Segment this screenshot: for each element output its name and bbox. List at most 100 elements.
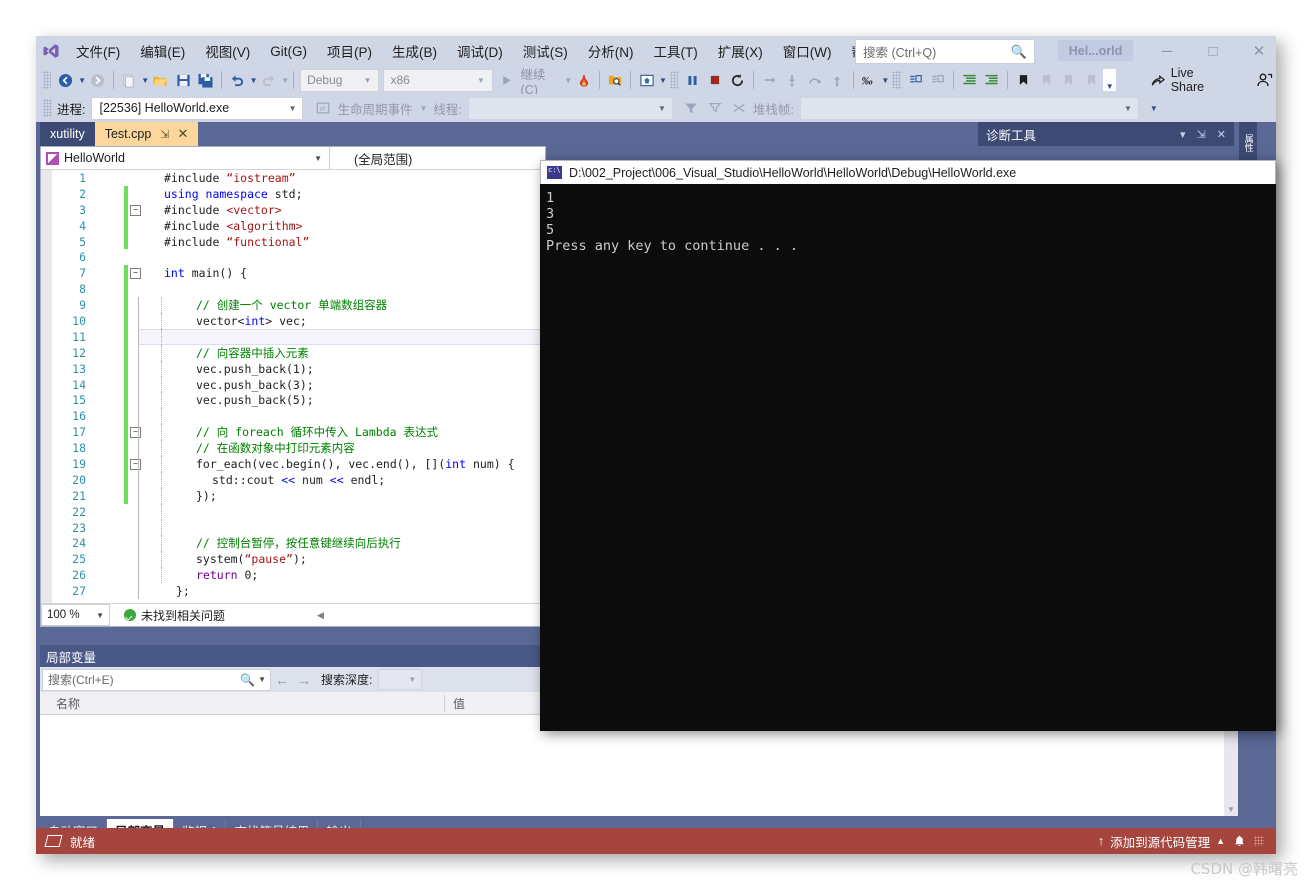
- code-line[interactable]: 25 system(“pause”);: [41, 551, 545, 568]
- debugbar-overflow-icon[interactable]: ▼: [1150, 104, 1158, 113]
- show-diagnostic-home-icon[interactable]: [636, 69, 657, 91]
- code-line[interactable]: 24 // 控制台暂停，按任意键继续向后执行: [41, 535, 545, 552]
- toolbar-overflow-button[interactable]: ▼: [1102, 69, 1116, 91]
- resize-grip[interactable]: [1254, 836, 1264, 846]
- stack-frame-select[interactable]: ▼: [799, 96, 1139, 120]
- open-file-icon[interactable]: [150, 69, 171, 91]
- properties-vertical-tab[interactable]: 属性: [1239, 122, 1257, 164]
- menu-item-file[interactable]: 文件(F): [67, 38, 129, 64]
- maximize-button[interactable]: □: [1190, 36, 1236, 66]
- member-scope-select[interactable]: (全局范围): [330, 149, 545, 168]
- code-line[interactable]: 3 − #include <vector>: [41, 201, 545, 218]
- filter-clear-icon[interactable]: [704, 97, 726, 119]
- code-line[interactable]: 13 vec.push_back(1);: [41, 360, 545, 377]
- code-line[interactable]: 26 return 0;: [41, 567, 545, 584]
- code-line[interactable]: 22: [41, 503, 545, 520]
- filter-icon[interactable]: [680, 97, 702, 119]
- account-icon[interactable]: [1255, 69, 1276, 91]
- diagnostic-dropdown-icon[interactable]: ▼: [659, 76, 667, 85]
- stop-icon[interactable]: [705, 69, 726, 91]
- tab-test-cpp[interactable]: Test.cpp ⇲ ✕: [94, 122, 199, 146]
- menu-item-tools[interactable]: 工具(T): [645, 38, 707, 64]
- toolbar-grip[interactable]: [43, 71, 52, 89]
- add-to-source-control-button[interactable]: ↑ 添加到源代码管理 ▲: [1098, 832, 1225, 851]
- pin-icon[interactable]: ⇲: [1197, 128, 1206, 141]
- hot-reload-icon[interactable]: [573, 69, 594, 91]
- toolbar-grip[interactable]: [669, 71, 679, 89]
- process-select[interactable]: [22536] HelloWorld.exe ▼: [91, 96, 304, 120]
- code-line[interactable]: 2 using namespace std;: [41, 185, 545, 202]
- previous-bookmark-icon[interactable]: [1036, 69, 1057, 91]
- navigate-forward-icon[interactable]: [87, 69, 108, 91]
- collapse-toggle-icon[interactable]: −: [130, 204, 141, 216]
- redo-dropdown-icon[interactable]: ▼: [281, 76, 289, 85]
- step-out-icon[interactable]: [827, 69, 848, 91]
- comment-selection-icon[interactable]: [905, 69, 926, 91]
- toggle-bookmark-icon[interactable]: [1013, 69, 1034, 91]
- step-out-over-icon[interactable]: [804, 69, 825, 91]
- close-icon[interactable]: ✕: [178, 126, 189, 142]
- code-line[interactable]: 8: [41, 281, 545, 298]
- minimize-button[interactable]: ─: [1144, 36, 1190, 66]
- menu-item-debug[interactable]: 调试(D): [448, 38, 512, 64]
- close-icon[interactable]: ✕: [1217, 128, 1226, 141]
- toolbar-grip[interactable]: [43, 99, 52, 117]
- code-line[interactable]: 21});: [41, 487, 545, 504]
- collapse-toggle-icon[interactable]: −: [130, 268, 141, 280]
- code-line[interactable]: 10 vector<int> vec;: [41, 313, 545, 329]
- menu-item-extensions[interactable]: 扩展(X): [709, 38, 772, 64]
- zoom-level-select[interactable]: 100 % ▼: [41, 604, 110, 626]
- code-line[interactable]: 5 #include “functional”: [41, 233, 545, 250]
- undo-dropdown-icon[interactable]: ▼: [250, 76, 258, 85]
- column-header-name[interactable]: 名称: [40, 694, 445, 712]
- search-next-icon[interactable]: →: [297, 672, 311, 688]
- code-line[interactable]: 16: [41, 408, 545, 425]
- continue-play-icon[interactable]: [496, 69, 517, 91]
- code-text-area[interactable]: 1 #include “iostream” 2 using namespace std…: [41, 170, 545, 605]
- menu-item-build[interactable]: 生成(B): [383, 38, 446, 64]
- next-bookmark-icon[interactable]: [1058, 69, 1079, 91]
- code-line[interactable]: 23: [41, 519, 545, 536]
- menu-item-view[interactable]: 视图(V): [196, 38, 259, 64]
- code-line[interactable]: 4 #include <algorithm>: [41, 217, 545, 234]
- search-folder-icon[interactable]: [605, 69, 626, 91]
- diagnostic-tools-tab[interactable]: 诊断工具 ▾ ⇲ ✕: [978, 122, 1234, 146]
- step-into-icon[interactable]: [782, 69, 803, 91]
- menu-item-window[interactable]: 窗口(W): [774, 38, 841, 64]
- toolbar-grip[interactable]: [892, 71, 901, 89]
- code-line[interactable]: 18 // 在函数对象中打印元素内容: [41, 440, 545, 457]
- step-over-icon[interactable]: [759, 69, 780, 91]
- new-project-dropdown-icon[interactable]: ▼: [141, 76, 149, 85]
- code-line[interactable]: 12 // 向容器中插入元素: [41, 344, 545, 361]
- console-title-bar[interactable]: D:\002_Project\006_Visual_Studio\HelloWo…: [540, 160, 1276, 184]
- previous-issue-icon[interactable]: ◀: [317, 610, 324, 621]
- code-line[interactable]: 27};: [41, 583, 545, 600]
- lifecycle-events-label[interactable]: 生命周期事件: [337, 99, 412, 118]
- console-window[interactable]: D:\002_Project\006_Visual_Studio\HelloWo…: [540, 160, 1276, 731]
- chevron-down-icon[interactable]: ▼: [258, 675, 270, 684]
- code-line[interactable]: 15 vec.push_back(5);: [41, 392, 545, 409]
- code-line[interactable]: 17−// 向 foreach 循环中传入 Lambda 表达式: [41, 424, 545, 441]
- code-line[interactable]: 19− for_each(vec.begin(), vec.end(), [](i…: [41, 456, 545, 472]
- navigate-back-dropdown-icon[interactable]: ▼: [78, 76, 86, 85]
- show-threads-icon[interactable]: ‰: [859, 69, 880, 91]
- thread-select[interactable]: ▼: [467, 96, 673, 120]
- solution-platform-select[interactable]: x86 ▼: [383, 68, 493, 92]
- decrease-indent-icon[interactable]: [982, 69, 1003, 91]
- chevron-down-icon[interactable]: ▾: [1180, 128, 1186, 141]
- continue-dropdown-icon[interactable]: ▼: [564, 76, 572, 85]
- locals-search-input[interactable]: 搜索(Ctrl+E) 🔍 ▼: [42, 668, 271, 691]
- solution-configuration-select[interactable]: Debug ▼: [300, 68, 380, 92]
- code-line[interactable]: 20 std::cout << num << endl;: [41, 471, 545, 488]
- global-search-input[interactable]: 搜索 (Ctrl+Q) 🔍: [855, 39, 1035, 64]
- menu-item-edit[interactable]: 编辑(E): [131, 38, 194, 64]
- menu-item-analyze[interactable]: 分析(N): [579, 38, 643, 64]
- threads-dropdown-icon[interactable]: ▼: [881, 76, 889, 85]
- undo-icon[interactable]: [227, 69, 248, 91]
- navigate-back-icon[interactable]: [55, 69, 76, 91]
- save-icon[interactable]: [173, 69, 194, 91]
- pin-icon[interactable]: ⇲: [160, 128, 169, 141]
- restart-icon[interactable]: [728, 69, 749, 91]
- increase-indent-icon[interactable]: [959, 69, 980, 91]
- code-line[interactable]: 6: [41, 249, 545, 265]
